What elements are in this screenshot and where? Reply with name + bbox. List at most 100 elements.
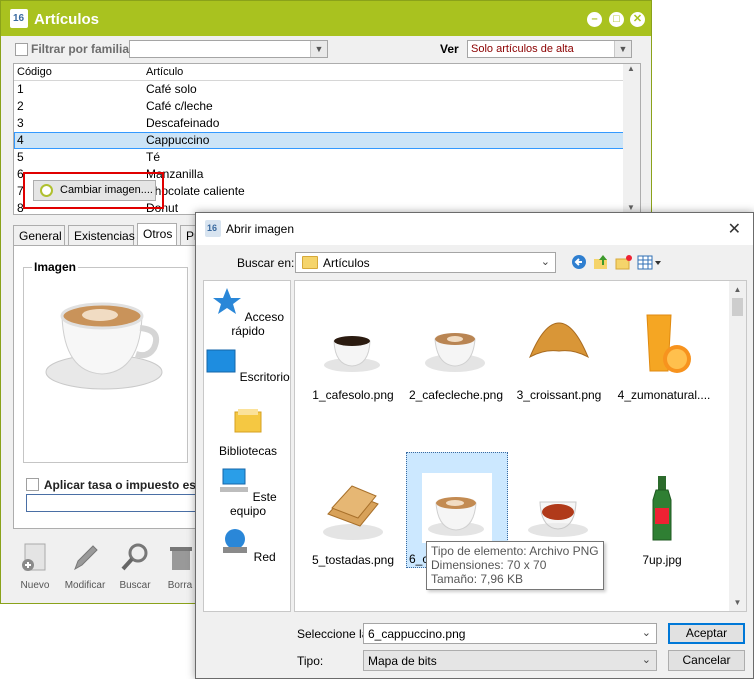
image-icon	[40, 184, 53, 197]
row-code: 3	[17, 116, 24, 130]
scroll-down-icon[interactable]: ▼	[729, 594, 746, 611]
filename-input[interactable]: 6_cappuccino.png ⌄	[363, 623, 657, 644]
place-label: Escritorio	[239, 370, 290, 384]
close-icon[interactable]: ✕	[630, 12, 645, 27]
scroll-up-icon[interactable]: ▲	[627, 64, 635, 73]
filename-value: 6_cappuccino.png	[368, 627, 466, 641]
column-header-article[interactable]: Artículo	[146, 66, 183, 78]
table-row-selected[interactable]: 4 Cappuccino	[14, 132, 624, 149]
trash-icon	[170, 547, 192, 570]
chevron-down-icon: ▼	[614, 41, 631, 57]
table-row[interactable]: 3 Descafeinado	[14, 115, 640, 132]
table-scrollbar[interactable]: ▲ ▼	[623, 64, 640, 214]
new-document-icon	[22, 543, 46, 571]
file-name: 2_cafecleche.png	[408, 388, 504, 402]
view-label: Ver	[440, 42, 459, 56]
maximize-icon[interactable]: □	[609, 12, 624, 27]
place-quick-access[interactable]: Acceso rápido	[204, 287, 292, 338]
orange-juice-thumbnail	[629, 309, 699, 379]
file-item[interactable]: 2_cafecleche.png	[406, 309, 506, 402]
row-article: Té	[146, 150, 161, 164]
chevron-down-icon: ⌄	[641, 627, 651, 639]
tooltip-type: Tipo de elemento: Archivo PNG	[431, 544, 599, 558]
back-icon[interactable]	[571, 254, 588, 271]
family-select[interactable]: ▼	[129, 40, 328, 58]
row-code: 5	[17, 150, 24, 164]
new-button[interactable]: Nuevo	[11, 541, 59, 591]
tax-label: Aplicar tasa o impuesto esp	[43, 478, 204, 492]
file-item[interactable]: 5_tostadas.png	[303, 474, 403, 567]
scroll-thumb[interactable]	[732, 298, 743, 316]
desktop-icon	[206, 349, 236, 373]
cappuccino-cup-thumbnail	[422, 473, 492, 543]
view-menu-icon[interactable]	[637, 254, 663, 271]
tooltip-size: Tamaño: 7,96 KB	[431, 572, 524, 586]
new-label: Nuevo	[20, 580, 50, 591]
file-item[interactable]: 3_croissant.png	[509, 309, 609, 402]
tab-otros[interactable]: Otros	[137, 223, 177, 245]
file-tooltip: Tipo de elemento: Archivo PNG Dimensione…	[426, 541, 604, 590]
table-row[interactable]: 1 Café solo	[14, 81, 640, 98]
place-libraries[interactable]: Bibliotecas	[204, 407, 292, 458]
look-in-value: Artículos	[323, 256, 370, 270]
place-network[interactable]: Red	[204, 527, 292, 564]
tax-input[interactable]	[26, 494, 202, 512]
change-image-button[interactable]: Cambiar imagen....	[33, 180, 156, 201]
modify-button[interactable]: Modificar	[61, 541, 109, 591]
star-icon	[212, 288, 241, 314]
new-folder-icon[interactable]	[615, 254, 632, 271]
row-article: Café solo	[146, 82, 197, 96]
scroll-up-icon[interactable]: ▲	[729, 281, 746, 298]
place-desktop[interactable]: Escritorio	[204, 347, 292, 384]
row-code: 4	[17, 133, 24, 147]
libraries-icon	[234, 409, 262, 433]
tax-checkbox[interactable]	[26, 478, 39, 491]
croissant-thumbnail	[524, 309, 594, 379]
table-row[interactable]: 2 Café c/leche	[14, 98, 640, 115]
filter-row: Filtrar por familia ▼ Ver Solo artículos…	[13, 40, 641, 60]
place-this-pc[interactable]: Este equipo	[204, 467, 292, 518]
file-item[interactable]: 4_zumonatural....	[612, 309, 716, 402]
search-button[interactable]: Buscar	[111, 541, 159, 591]
network-icon	[223, 529, 248, 553]
dialog-title: Abrir imagen	[226, 222, 295, 236]
tax-row: Aplicar tasa o impuesto esp	[26, 478, 203, 492]
app-calendar-icon	[10, 9, 28, 28]
tab-existencias[interactable]: Existencias	[68, 225, 135, 245]
tab-general[interactable]: General	[13, 225, 65, 245]
row-code: 1	[17, 82, 24, 96]
folder-icon	[302, 256, 318, 269]
change-image-label: Cambiar imagen....	[60, 184, 153, 196]
table-row[interactable]: 5 Té	[14, 149, 640, 166]
dialog-title-bar: Abrir imagen ✕	[196, 213, 753, 245]
file-name: 3_croissant.png	[516, 388, 602, 402]
scroll-down-icon[interactable]: ▼	[627, 203, 635, 212]
minimize-icon[interactable]: –	[587, 12, 602, 27]
file-list-scrollbar[interactable]: ▲ ▼	[729, 281, 746, 611]
pencil-icon	[74, 545, 98, 571]
close-icon[interactable]: ✕	[728, 219, 741, 239]
type-value: Mapa de bits	[368, 654, 437, 668]
tea-cup-thumbnail	[524, 474, 594, 544]
accept-button[interactable]: Aceptar	[668, 623, 745, 644]
type-select[interactable]: Mapa de bits ⌄	[363, 650, 657, 671]
filter-label: Filtrar por familia	[31, 42, 130, 56]
look-in-select[interactable]: Artículos ⌄	[295, 252, 556, 273]
up-folder-icon[interactable]	[593, 254, 610, 271]
filename-label: Seleccione la	[297, 627, 369, 641]
file-item[interactable]: 7up.jpg	[612, 474, 712, 567]
filter-checkbox[interactable]	[15, 43, 28, 56]
app-calendar-icon	[205, 220, 221, 237]
column-header-code[interactable]: Código	[17, 66, 52, 78]
tooltip-dimensions: Dimensiones: 70 x 70	[431, 558, 547, 572]
place-label: Red	[253, 550, 276, 564]
cancel-button[interactable]: Cancelar	[668, 650, 745, 671]
search-icon	[121, 543, 148, 571]
row-article: Cappuccino	[146, 133, 210, 147]
main-toolbar: Nuevo Modificar Buscar Borra	[9, 541, 199, 597]
computer-icon	[220, 468, 249, 492]
image-group-label: Imagen	[32, 260, 79, 274]
view-select[interactable]: Solo artículos de alta ▼	[467, 40, 632, 58]
file-item[interactable]: 1_cafesolo.png	[303, 309, 403, 402]
delete-button[interactable]: Borra	[161, 541, 199, 591]
